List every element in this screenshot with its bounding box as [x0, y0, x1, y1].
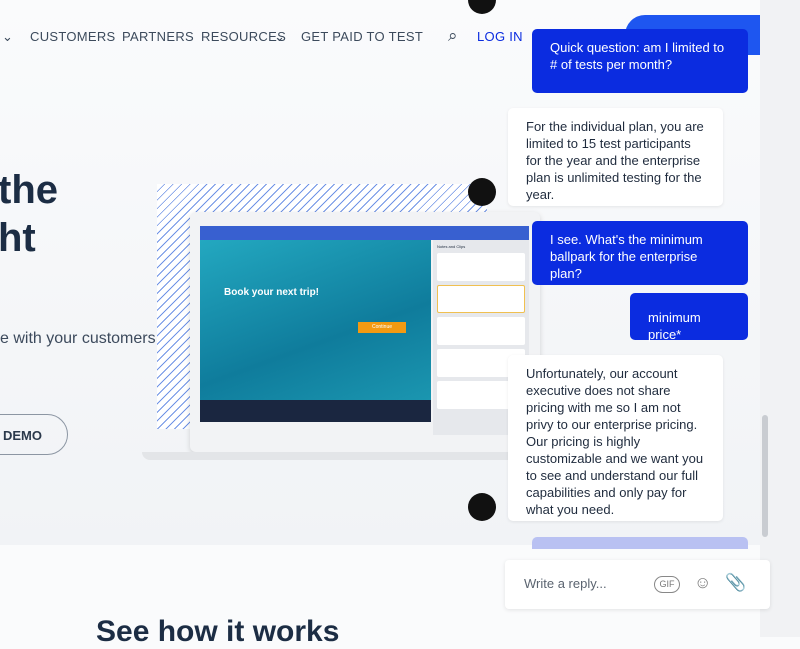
- mockup-video: Book your next trip! Continue: [200, 240, 431, 400]
- chevron-down-icon[interactable]: ⌄: [274, 29, 285, 45]
- reply-input[interactable]: Write a reply...: [524, 576, 607, 591]
- demo-button[interactable]: DEMO: [0, 414, 68, 455]
- chat-message-agent: Unfortunately, our account executive doe…: [508, 355, 723, 521]
- agent-avatar: [468, 493, 496, 521]
- agent-avatar: [468, 0, 496, 14]
- chat-message-user: I see. What's the minimum ballpark for t…: [532, 221, 748, 285]
- chat-panel: Quick question: am I limited to # of tes…: [468, 0, 760, 549]
- agent-avatar: [468, 178, 496, 206]
- emoji-icon[interactable]: ☺: [694, 573, 711, 593]
- chat-message-user: minimum price*: [630, 293, 748, 342]
- hero-title-line2: ht: [0, 216, 36, 260]
- hero-title-line1: the: [0, 168, 58, 212]
- search-icon[interactable]: ⌕: [448, 26, 458, 46]
- chat-message-agent: For the individual plan, you are limited…: [508, 108, 723, 206]
- mockup-headline: Book your next trip!: [224, 287, 320, 298]
- nav-customers[interactable]: CUSTOMERS: [30, 29, 116, 44]
- mockup-continue: Continue: [358, 322, 406, 333]
- nav-get-paid[interactable]: GET PAID TO TEST: [301, 29, 423, 44]
- section-title: See how it works: [96, 615, 340, 648]
- mockup-player-controls: [200, 400, 431, 422]
- hero-subtitle: e with your customers: [0, 330, 156, 347]
- nav-partners[interactable]: PARTNERS: [122, 29, 194, 44]
- gif-button[interactable]: GIF: [654, 576, 680, 593]
- scrollbar-track[interactable]: [760, 0, 800, 637]
- scrollbar-thumb[interactable]: [762, 415, 768, 537]
- reply-box[interactable]: Write a reply... GIF ☺ 📎: [505, 560, 770, 609]
- top-nav: ⌄ CUSTOMERS PARTNERS RESOURCES ⌄ GET PAI…: [0, 0, 530, 72]
- chat-message-user: Quick question: am I limited to # of tes…: [532, 29, 748, 93]
- paperclip-icon[interactable]: 📎: [725, 573, 746, 593]
- chevron-down-icon[interactable]: ⌄: [2, 29, 13, 45]
